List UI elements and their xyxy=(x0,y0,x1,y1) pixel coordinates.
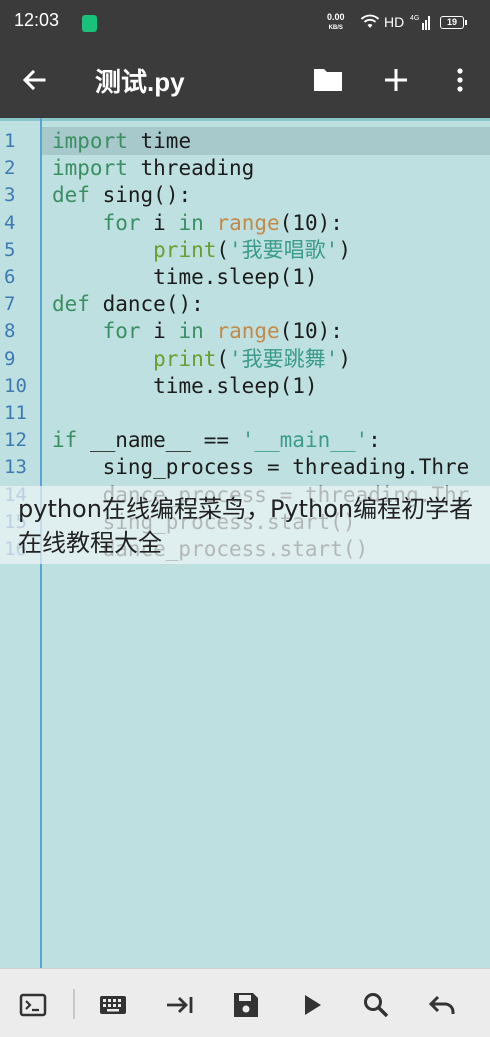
battery-icon: 19 xyxy=(440,16,467,29)
bottom-bar-separator xyxy=(73,989,75,1019)
file-title: 测试.py xyxy=(95,67,185,97)
line-number: 1 xyxy=(4,130,16,152)
network-type: HD xyxy=(384,14,405,30)
code-text: print('我要唱歌') xyxy=(153,237,351,262)
code-text: import time xyxy=(52,129,192,153)
folder-icon[interactable] xyxy=(312,66,344,94)
editor-top-border xyxy=(0,118,490,121)
code-text: import threading xyxy=(52,156,255,181)
code-text: if __name__ == '__main__': xyxy=(52,428,381,453)
code-line[interactable]: 3 def sing(): xyxy=(0,182,490,209)
plus-icon[interactable] xyxy=(380,64,412,96)
code-text: for i in range(10): xyxy=(102,319,343,344)
code-line[interactable]: 11 xyxy=(0,400,490,427)
app-toolbar: 测试.py xyxy=(0,44,490,118)
status-time: 12:03 xyxy=(14,10,60,30)
line-number: 11 xyxy=(4,402,27,424)
line-number: 4 xyxy=(4,211,16,234)
code-text: for i in range(10): xyxy=(102,210,343,235)
line-number: 13 xyxy=(4,456,27,479)
search-icon[interactable] xyxy=(361,991,391,1019)
network-speed-value: 0.00 xyxy=(327,12,345,22)
tab-indent-icon[interactable] xyxy=(165,991,195,1019)
keyboard-icon[interactable] xyxy=(98,991,128,1019)
code-text: time.sleep(1) xyxy=(153,373,318,398)
run-icon[interactable] xyxy=(297,991,327,1019)
line-number: 9 xyxy=(4,347,16,370)
code-line[interactable]: 10 time.sleep(1) xyxy=(0,373,490,400)
code-line[interactable]: 2 import threading xyxy=(0,155,490,182)
signal-label: 4G xyxy=(410,15,419,22)
more-vertical-icon[interactable] xyxy=(448,64,472,96)
line-number: 2 xyxy=(4,157,16,180)
code-line[interactable]: 4 for i in range(10): xyxy=(0,210,490,237)
network-speed-unit: KB/S xyxy=(328,25,343,31)
line-number: 3 xyxy=(4,184,16,207)
status-bar: 12:03 0.00 KB/S HD 4G 19 xyxy=(0,0,490,44)
code-line[interactable]: 1 import time xyxy=(0,128,490,155)
code-text: sing_process = threading.Thre xyxy=(102,455,470,480)
code-text: def dance(): xyxy=(52,292,204,317)
code-text: print('我要跳舞') xyxy=(153,346,351,371)
line-number: 10 xyxy=(4,374,27,397)
terminal-icon[interactable] xyxy=(18,991,48,1019)
network-speed: 0.00 KB/S xyxy=(327,13,345,33)
line-number: 5 xyxy=(4,238,16,261)
code-line[interactable]: 5 print('我要唱歌') xyxy=(0,237,490,264)
bottom-toolbar xyxy=(0,968,490,1037)
code-line[interactable]: 9 print('我要跳舞') xyxy=(0,346,490,373)
code-line[interactable]: 7 def dance(): xyxy=(0,291,490,318)
watermark-text: python在线编程菜鸟，Python编程初学者在线教程大全 xyxy=(18,495,474,557)
undo-icon[interactable] xyxy=(427,991,457,1019)
signal-icon: 4G xyxy=(410,15,430,30)
app-notification-icon xyxy=(82,15,97,32)
code-line[interactable]: 13 sing_process = threading.Thre xyxy=(0,454,490,481)
line-number: 12 xyxy=(4,429,27,452)
line-number: 6 xyxy=(4,266,16,288)
watermark-banner: python在线编程菜鸟，Python编程初学者在线教程大全 xyxy=(0,486,490,564)
line-number: 8 xyxy=(4,320,16,343)
code-text: def sing(): xyxy=(52,183,192,208)
code-line[interactable]: 12 if __name__ == '__main__': xyxy=(0,427,490,454)
code-text: time.sleep(1) xyxy=(153,265,318,289)
wifi-icon xyxy=(360,14,380,28)
arrow-left-icon[interactable] xyxy=(18,64,50,96)
code-line[interactable]: 8 for i in range(10): xyxy=(0,318,490,345)
line-number: 7 xyxy=(4,293,16,316)
save-icon[interactable] xyxy=(231,991,261,1019)
code-line[interactable]: 6 time.sleep(1) xyxy=(0,264,490,291)
